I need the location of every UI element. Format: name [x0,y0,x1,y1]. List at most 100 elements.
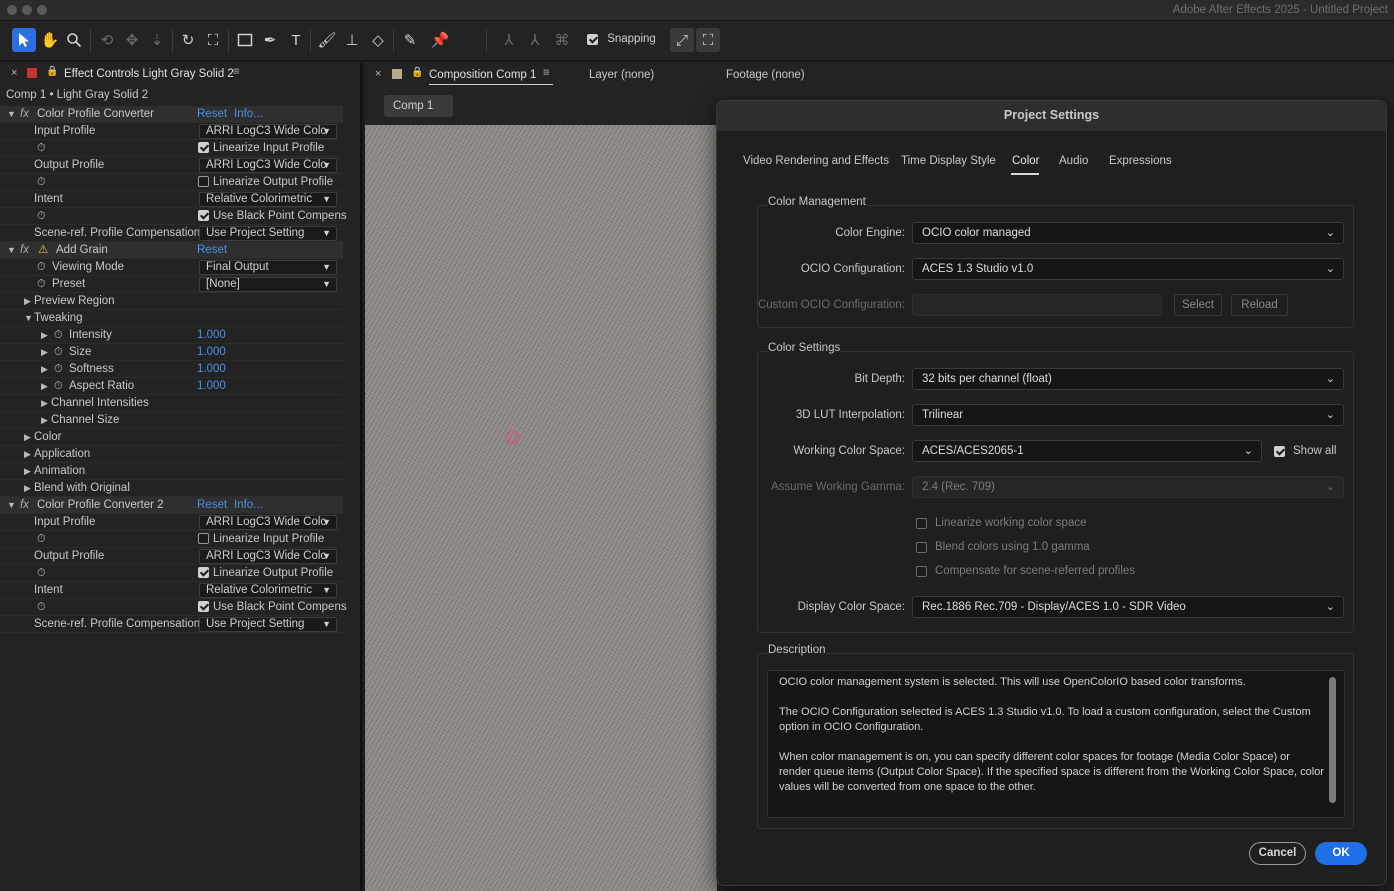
chevron-right-icon[interactable]: ▶ [41,327,48,344]
blend-gamma-option[interactable]: Blend colors using 1.0 gamma [916,541,1090,553]
rotation-tool-icon[interactable]: ↻ [176,28,200,52]
chevron-right-icon[interactable]: ▶ [24,429,31,446]
pan-camera-tool-icon[interactable]: ✥ [120,28,144,52]
minimize-window-button[interactable] [22,5,32,15]
output-profile-dropdown[interactable]: ARRI LogC3 Wide Colc ▼ [199,158,337,173]
tab-composition[interactable]: Composition Comp 1 [429,69,553,85]
info-link[interactable]: Info... [234,106,263,123]
close-tab-icon[interactable]: × [11,67,17,79]
working-color-space-select[interactable]: ACES/ACES2065-1 ⌄ [912,440,1262,462]
fx-icon[interactable]: fx [20,497,29,514]
view-axis-mode-icon[interactable]: ⌘ [550,28,574,52]
stopwatch-icon[interactable]: ⏱ [54,361,63,378]
custom-ocio-field[interactable] [912,294,1162,316]
ok-button[interactable]: OK [1315,842,1367,865]
scene-ref-dropdown[interactable]: Use Project Setting ▼ [199,617,337,632]
tab-color[interactable]: Color [1012,155,1039,167]
chevron-down-icon[interactable]: ▼ [7,106,16,123]
local-axis-mode-icon[interactable]: ⅄ [497,28,521,52]
working-gamma-select[interactable]: 2.4 (Rec. 709) ⌄ [912,476,1344,498]
linearize-output-checkbox[interactable]: Linearize Output Profile [198,565,333,582]
aspect-ratio-value[interactable]: 1.000 [197,378,226,395]
preset-dropdown[interactable]: [None] ▼ [199,277,337,292]
black-point-checkbox[interactable]: Use Black Point Compens [198,599,347,616]
chevron-right-icon[interactable]: ▶ [24,480,31,497]
size-value[interactable]: 1.000 [197,344,226,361]
hand-tool-icon[interactable]: ✋ [38,28,62,52]
bit-depth-select[interactable]: 32 bits per channel (float) ⌄ [912,368,1344,390]
reset-link[interactable]: Reset [197,242,227,259]
description-text-area[interactable]: OCIO color management system is selected… [767,670,1345,818]
panel-menu-icon[interactable]: ≡ [543,67,550,79]
comp-navigator-chip[interactable]: Comp 1 [384,95,453,117]
stopwatch-icon[interactable]: ⏱ [37,276,46,293]
linearize-working-checkbox[interactable] [916,517,927,529]
chevron-right-icon[interactable]: ▶ [24,293,31,310]
snap-edges-icon[interactable]: ⤢ [670,28,694,52]
linearize-working-option[interactable]: Linearize working color space [916,517,1087,529]
ocio-configuration-select[interactable]: ACES 1.3 Studio v1.0 ⌄ [912,258,1344,280]
brush-tool-icon[interactable]: 🖌 [315,28,339,52]
blend-gamma-checkbox[interactable] [916,541,927,553]
dolly-camera-tool-icon[interactable]: ⇣ [145,28,169,52]
zoom-tool-icon[interactable] [62,28,86,52]
tab-audio[interactable]: Audio [1059,155,1088,167]
show-all-checkbox[interactable] [1274,445,1285,457]
info-link[interactable]: Info... [234,497,263,514]
composition-viewer[interactable] [365,125,717,891]
description-scrollbar[interactable] [1329,677,1336,803]
select-button[interactable]: Select [1174,294,1222,316]
eraser-tool-icon[interactable]: ◇ [366,28,390,52]
display-color-space-select[interactable]: Rec.1886 Rec.709 - Display/ACES 1.0 - SD… [912,596,1344,618]
stopwatch-icon[interactable]: ⏱ [54,378,63,395]
chevron-right-icon[interactable]: ▶ [24,463,31,480]
snapping-toggle[interactable]: Snapping [587,33,656,45]
intensity-value[interactable]: 1.000 [197,327,226,344]
chevron-right-icon[interactable]: ▶ [24,446,31,463]
roto-brush-tool-icon[interactable]: ✎ [398,28,422,52]
stopwatch-icon[interactable]: ⏱ [37,140,46,157]
panel-menu-icon[interactable]: ≡ [233,66,240,78]
scene-ref-dropdown[interactable]: Use Project Setting ▼ [199,226,337,241]
stopwatch-icon[interactable]: ⏱ [37,259,46,276]
animation-group-row[interactable]: ▶ Animation [0,463,343,480]
tab-time-display-style[interactable]: Time Display Style [901,155,996,167]
cancel-button[interactable]: Cancel [1249,842,1306,865]
channel-intensities-row[interactable]: ▶ Channel Intensities [0,395,343,412]
effect-controls-tab[interactable]: × 🔒 Effect Controls Light Gray Solid 2 ≡ [0,62,362,86]
snapping-checkbox[interactable] [587,33,598,45]
chevron-down-icon[interactable]: ▼ [24,310,33,327]
compensate-scene-option[interactable]: Compensate for scene-referred profiles [916,565,1135,577]
fx-icon[interactable]: fx [20,242,29,259]
softness-value[interactable]: 1.000 [197,361,226,378]
stopwatch-icon[interactable]: ⏱ [37,531,46,548]
effect-row-color-profile-converter-2[interactable]: ▼ fx Color Profile Converter 2 Reset Inf… [0,497,343,514]
tab-footage[interactable]: Footage (none) [726,69,805,81]
stopwatch-icon[interactable]: ⏱ [37,565,46,582]
chevron-right-icon[interactable]: ▶ [41,361,48,378]
effect-row-add-grain[interactable]: ▼ fx ⚠ Add Grain Reset [0,242,343,259]
tab-video-rendering[interactable]: Video Rendering and Effects [743,155,889,167]
intent-dropdown[interactable]: Relative Colorimetric ▼ [199,583,337,598]
linearize-input-checkbox[interactable]: Linearize Input Profile [198,140,324,157]
tweaking-row[interactable]: ▼ Tweaking [0,310,343,327]
chevron-right-icon[interactable]: ▶ [41,412,48,429]
orbit-camera-tool-icon[interactable]: ⟲ [95,28,119,52]
stopwatch-icon[interactable]: ⏱ [54,344,63,361]
black-point-checkbox[interactable]: Use Black Point Compens [198,208,347,225]
input-profile-dropdown[interactable]: ARRI LogC3 Wide Colc ▼ [199,515,337,530]
pan-behind-tool-icon[interactable]: ⛶ [201,28,225,52]
preview-region-row[interactable]: ▶ Preview Region [0,293,343,310]
input-profile-dropdown[interactable]: ARRI LogC3 Wide Colc ▼ [199,124,337,139]
show-all-toggle[interactable]: Show all [1274,445,1336,457]
close-tab-icon[interactable]: × [375,68,381,80]
close-window-button[interactable] [7,5,17,15]
anchor-point-icon[interactable] [505,430,519,444]
tab-expressions[interactable]: Expressions [1109,155,1172,167]
channel-size-row[interactable]: ▶ Channel Size [0,412,343,429]
lock-icon[interactable]: 🔒 [411,67,423,78]
viewing-mode-dropdown[interactable]: Final Output ▼ [199,260,337,275]
linearize-output-checkbox[interactable]: Linearize Output Profile [198,174,333,191]
stopwatch-icon[interactable]: ⏱ [54,327,63,344]
color-engine-select[interactable]: OCIO color managed ⌄ [912,222,1344,244]
